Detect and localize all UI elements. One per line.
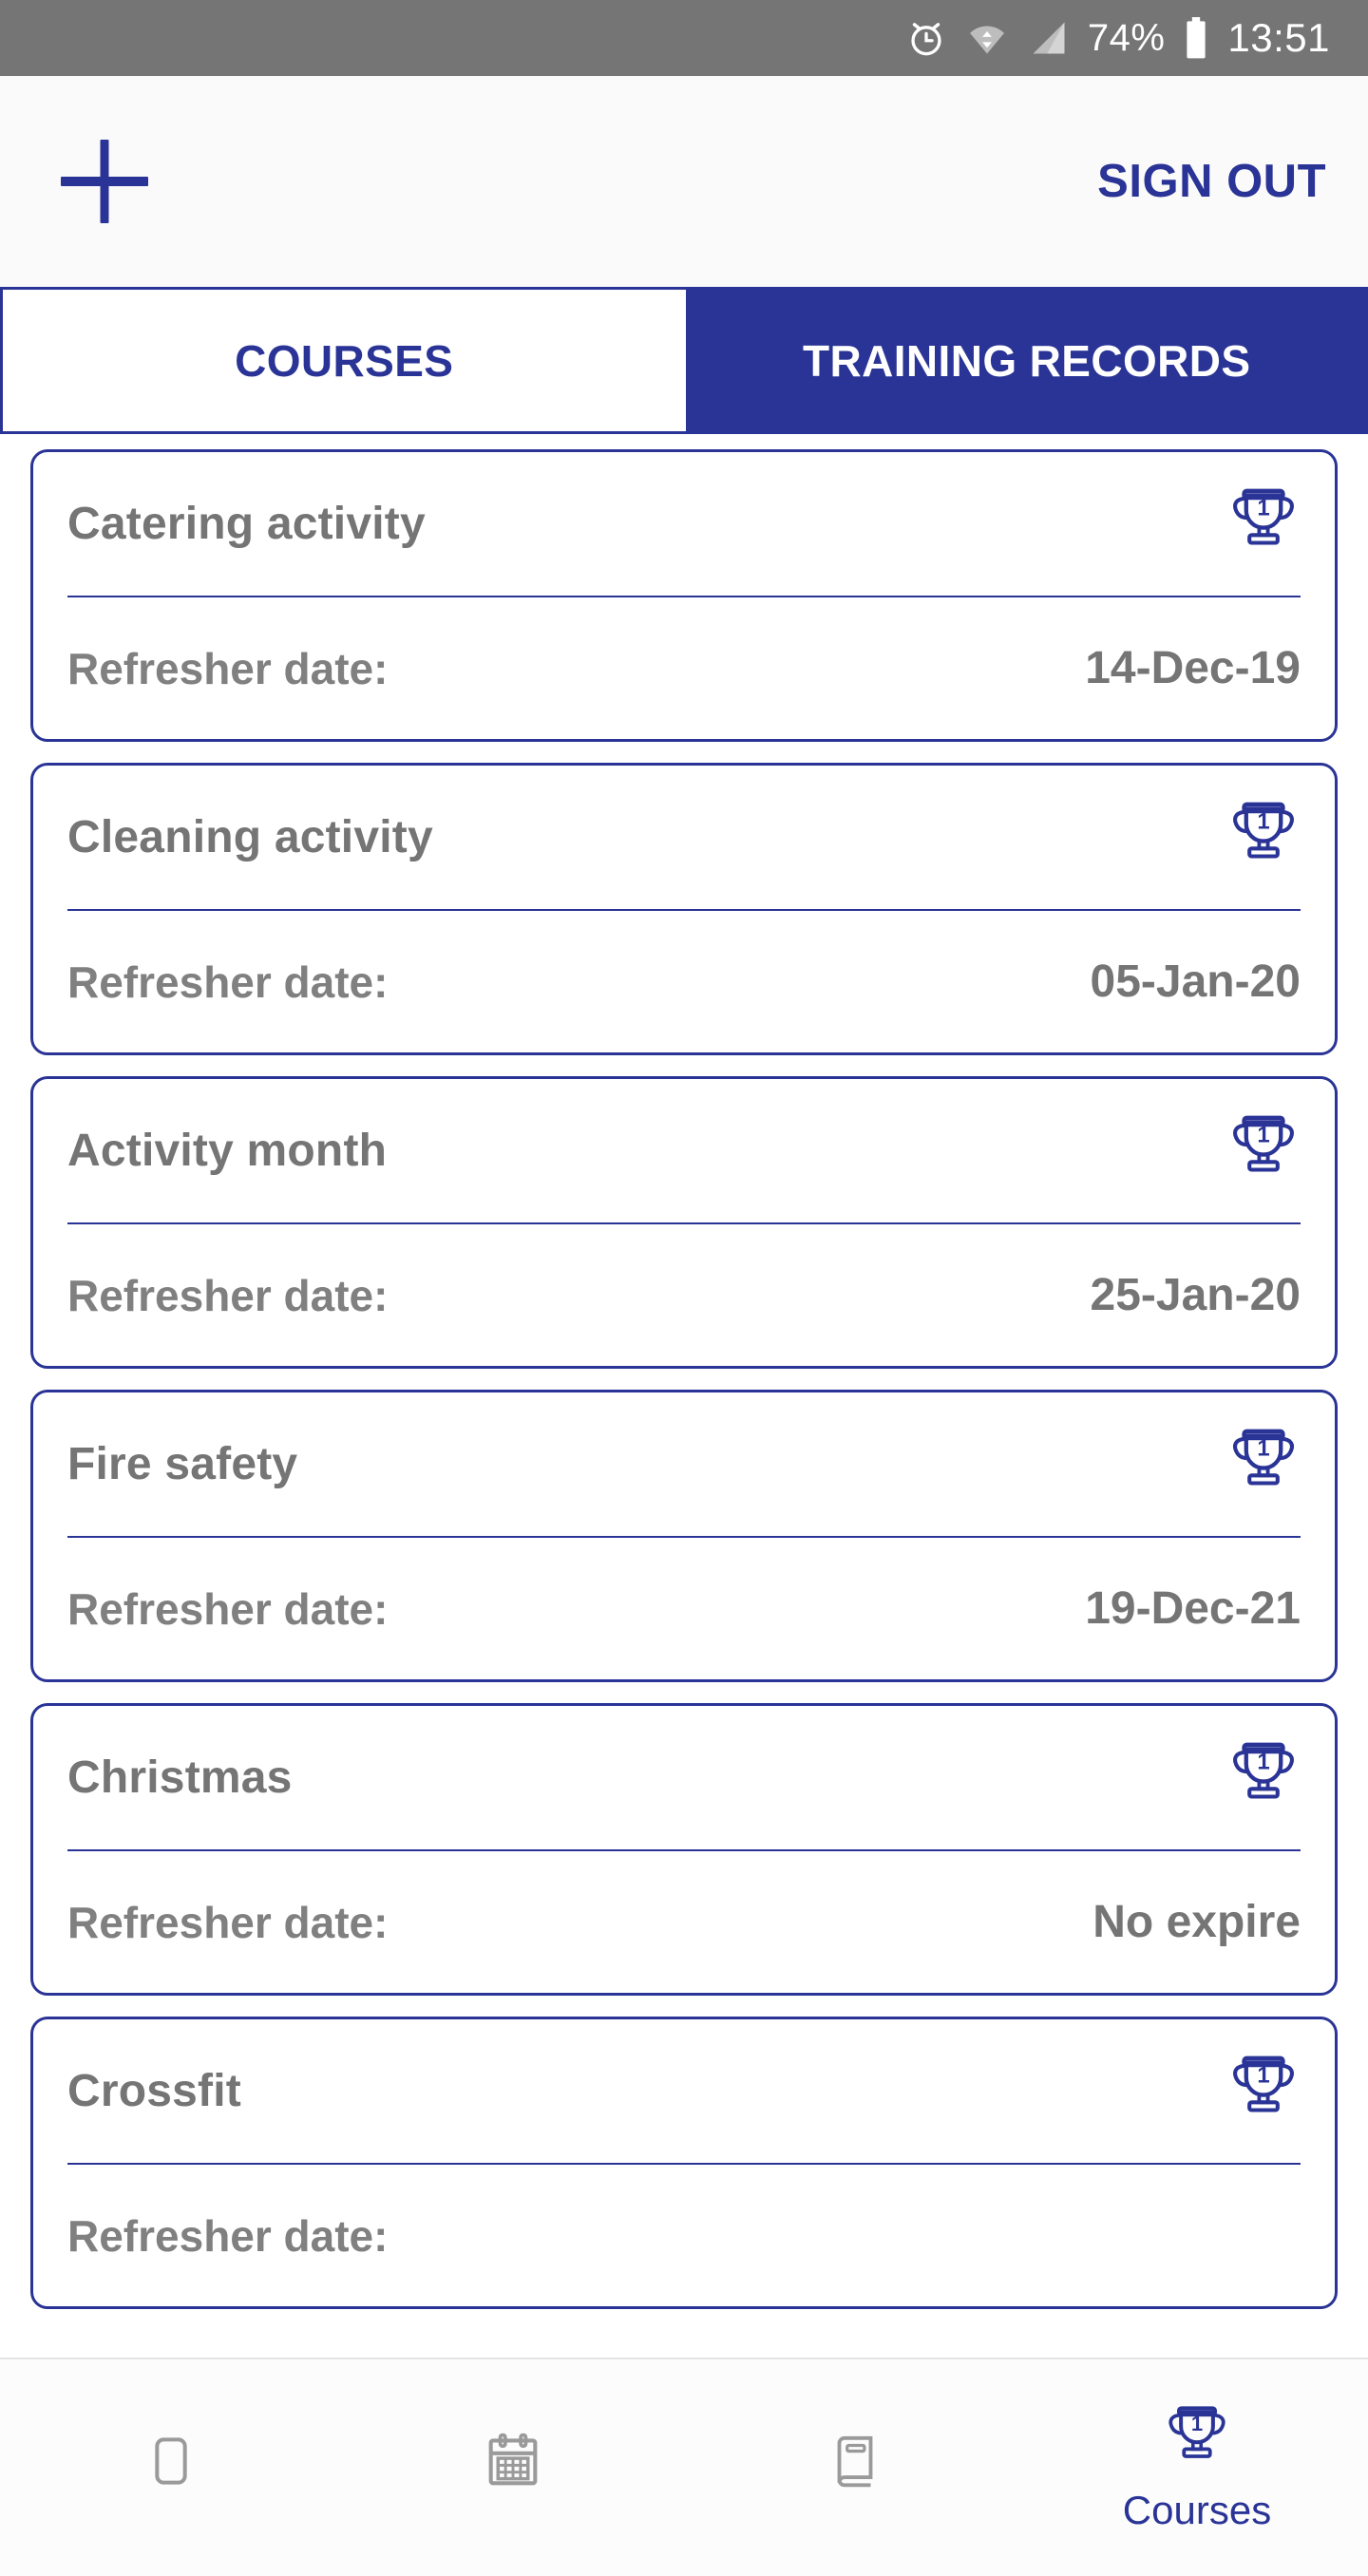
rounded-square-icon [141, 2431, 201, 2491]
refresher-value: 05-Jan-20 [1090, 957, 1301, 1008]
course-card[interactable]: Christmas 1 Refresher date: No expire [30, 1703, 1338, 1996]
app-bar: SIGN OUT [0, 76, 1368, 287]
card-footer: Refresher date: 19-Dec-21 [67, 1538, 1301, 1679]
course-title: Christmas [67, 1752, 293, 1803]
alarm-clock-icon [905, 17, 947, 59]
nav-item-calendar[interactable] [342, 2359, 684, 2576]
card-footer: Refresher date: [67, 2165, 1301, 2306]
refresher-value: 19-Dec-21 [1085, 1583, 1301, 1635]
tab-courses[interactable]: COURSES [0, 287, 686, 434]
trophy-1-icon: 1 [1226, 798, 1301, 876]
card-header: Cleaning activity 1 [67, 766, 1301, 909]
refresher-value: 25-Jan-20 [1090, 1270, 1301, 1321]
course-card[interactable]: Catering activity 1 Refresher date: 14-D… [30, 449, 1338, 742]
refresher-label: Refresher date: [67, 1897, 389, 1947]
nav-item-courses[interactable]: 1 Courses [1026, 2359, 1368, 2576]
trophy-1-icon: 1 [1226, 1111, 1301, 1189]
course-title: Crossfit [67, 2065, 241, 2116]
course-card[interactable]: Activity month 1 Refresher date: 25-Jan-… [30, 1076, 1338, 1369]
status-bar: 74% 13:51 [0, 0, 1368, 76]
svg-text:1: 1 [1257, 809, 1269, 835]
nav-item-checklist[interactable] [0, 2359, 342, 2576]
refresher-label: Refresher date: [67, 2210, 389, 2261]
signal-icon [1027, 17, 1071, 59]
svg-text:1: 1 [1257, 1436, 1269, 1462]
bottom-navigation: 1 Courses [0, 2358, 1368, 2576]
card-header: Fire safety 1 [67, 1392, 1301, 1536]
card-footer: Refresher date: 14-Dec-19 [67, 597, 1301, 739]
card-header: Crossfit 1 [67, 2019, 1301, 2163]
svg-text:1: 1 [1191, 2412, 1203, 2435]
course-list[interactable]: Catering activity 1 Refresher date: 14-D… [0, 434, 1368, 2358]
course-title: Activity month [67, 1125, 388, 1176]
refresher-label: Refresher date: [67, 957, 389, 1007]
tab-bar: COURSES TRAINING RECORDS [0, 287, 1368, 434]
svg-text:1: 1 [1257, 2063, 1269, 2089]
course-card[interactable]: Crossfit 1 Refresher date: [30, 2017, 1338, 2309]
battery-percent-label: 74% [1087, 16, 1166, 59]
svg-text:1: 1 [1257, 1750, 1269, 1775]
trophy-1-icon: 1 [1226, 484, 1301, 562]
nav-item-label: Courses [1122, 2488, 1272, 2532]
card-footer: Refresher date: 05-Jan-20 [67, 911, 1301, 1052]
trophy-1-icon: 1 [1226, 2052, 1301, 2130]
battery-icon [1182, 16, 1210, 60]
calendar-icon [480, 2428, 546, 2494]
course-title: Cleaning activity [67, 811, 433, 862]
plus-icon[interactable] [59, 136, 150, 227]
card-header: Activity month 1 [67, 1079, 1301, 1222]
card-header: Christmas 1 [67, 1706, 1301, 1849]
course-title: Fire safety [67, 1438, 298, 1489]
refresher-value: No expire [1092, 1897, 1301, 1948]
course-title: Catering activity [67, 498, 426, 549]
clock-time: 13:51 [1227, 15, 1330, 60]
card-header: Catering activity 1 [67, 452, 1301, 596]
course-card[interactable]: Fire safety 1 Refresher date: 19-Dec-21 [30, 1390, 1338, 1682]
refresher-label: Refresher date: [67, 1270, 389, 1320]
tab-training-records[interactable]: TRAINING RECORDS [685, 287, 1368, 434]
refresher-label: Refresher date: [67, 643, 389, 693]
card-footer: Refresher date: 25-Jan-20 [67, 1224, 1301, 1366]
trophy-1-icon: 1 [1226, 1738, 1301, 1816]
refresher-label: Refresher date: [67, 1583, 389, 1634]
svg-text:1: 1 [1257, 496, 1269, 521]
book-icon [824, 2428, 886, 2494]
phone-screen: 74% 13:51 SIGN OUT COURSES TRAINING RECO… [0, 0, 1368, 2576]
trophy-1-icon: 1 [1226, 1425, 1301, 1503]
wifi-icon [964, 17, 1010, 59]
card-footer: Refresher date: No expire [67, 1851, 1301, 1993]
svg-text:1: 1 [1257, 1123, 1269, 1148]
sign-out-button[interactable]: SIGN OUT [1097, 155, 1326, 208]
course-card[interactable]: Cleaning activity 1 Refresher date: 05-J… [30, 763, 1338, 1055]
trophy-1-icon: 1 [1163, 2402, 1231, 2474]
nav-item-book[interactable] [684, 2359, 1026, 2576]
refresher-value: 14-Dec-19 [1085, 643, 1301, 694]
